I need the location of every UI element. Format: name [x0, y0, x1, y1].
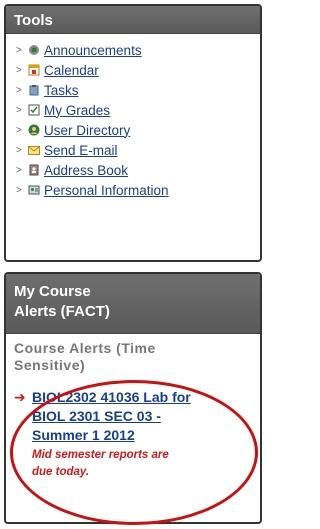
- tool-item-announcements[interactable]: > Announcements: [16, 40, 260, 60]
- chevron-right-icon: >: [16, 124, 22, 136]
- course-alerts-subheading: Course Alerts (Time Sensitive): [14, 340, 252, 374]
- tool-item-address-book[interactable]: > Address Book: [16, 160, 260, 180]
- chevron-right-icon: >: [16, 144, 22, 156]
- address-book-icon: [28, 164, 40, 176]
- tool-link-announcements[interactable]: Announcements: [44, 43, 142, 58]
- alert-link-line2: BIOL 2301 SEC 03 -: [32, 408, 161, 424]
- alert-item: ➜ BIOL2302 41036 Lab for BIOL 2301 SEC 0…: [14, 388, 252, 445]
- chevron-right-icon: >: [16, 104, 22, 116]
- tools-panel-title: Tools: [6, 6, 260, 34]
- course-alerts-panel: My Course Alerts (FACT) Course Alerts (T…: [4, 272, 262, 524]
- tool-link-address-book[interactable]: Address Book: [44, 163, 128, 178]
- tool-item-calendar[interactable]: > Calendar: [16, 60, 260, 80]
- tool-link-calendar[interactable]: Calendar: [44, 63, 99, 78]
- arrow-right-icon: ➜: [14, 389, 26, 405]
- tool-link-my-grades[interactable]: My Grades: [44, 103, 110, 118]
- alert-note: Mid semester reports are due today.: [32, 447, 252, 481]
- personal-info-icon: [28, 184, 40, 196]
- alert-link-line3: Summer 1 2012: [32, 427, 135, 443]
- email-icon: [28, 144, 40, 156]
- course-alerts-title-line2: Alerts (FACT): [14, 303, 110, 320]
- tasks-icon: [28, 84, 40, 96]
- subheading-line1: Course Alerts (Time: [14, 340, 156, 356]
- course-alerts-panel-title: My Course Alerts (FACT): [6, 274, 260, 334]
- course-alert-link[interactable]: BIOL2302 41036 Lab for BIOL 2301 SEC 03 …: [32, 388, 191, 445]
- calendar-icon: [28, 64, 40, 76]
- course-alerts-title-line1: My Course: [14, 283, 91, 300]
- chevron-right-icon: >: [16, 164, 22, 176]
- tool-link-tasks[interactable]: Tasks: [44, 83, 79, 98]
- grades-icon: [28, 104, 40, 116]
- chevron-right-icon: >: [16, 64, 22, 76]
- tool-item-tasks[interactable]: > Tasks: [16, 80, 260, 100]
- tool-item-personal-information[interactable]: > Personal Information: [16, 180, 260, 200]
- tools-list: > Announcements > Calendar > Tasks > My …: [6, 34, 260, 200]
- alert-note-line2: due today.: [32, 466, 90, 478]
- chevron-right-icon: >: [16, 44, 22, 56]
- tool-link-user-directory[interactable]: User Directory: [44, 123, 130, 138]
- course-alerts-body: Course Alerts (Time Sensitive) ➜ BIOL230…: [6, 334, 260, 481]
- user-directory-icon: [28, 124, 40, 136]
- announcements-icon: [28, 44, 40, 56]
- chevron-right-icon: >: [16, 84, 22, 96]
- tool-link-send-email[interactable]: Send E-mail: [44, 143, 118, 158]
- tool-item-my-grades[interactable]: > My Grades: [16, 100, 260, 120]
- alert-note-line1: Mid semester reports are: [32, 449, 169, 461]
- tools-panel: Tools > Announcements > Calendar > Tasks…: [4, 4, 262, 262]
- tool-item-user-directory[interactable]: > User Directory: [16, 120, 260, 140]
- tool-link-personal-information[interactable]: Personal Information: [44, 183, 169, 198]
- screenshot-frame: Tools > Announcements > Calendar > Tasks…: [0, 0, 270, 529]
- tool-item-send-email[interactable]: > Send E-mail: [16, 140, 260, 160]
- chevron-right-icon: >: [16, 184, 22, 196]
- alert-link-line1: BIOL2302 41036 Lab for: [32, 389, 191, 405]
- subheading-line2: Sensitive): [14, 357, 86, 373]
